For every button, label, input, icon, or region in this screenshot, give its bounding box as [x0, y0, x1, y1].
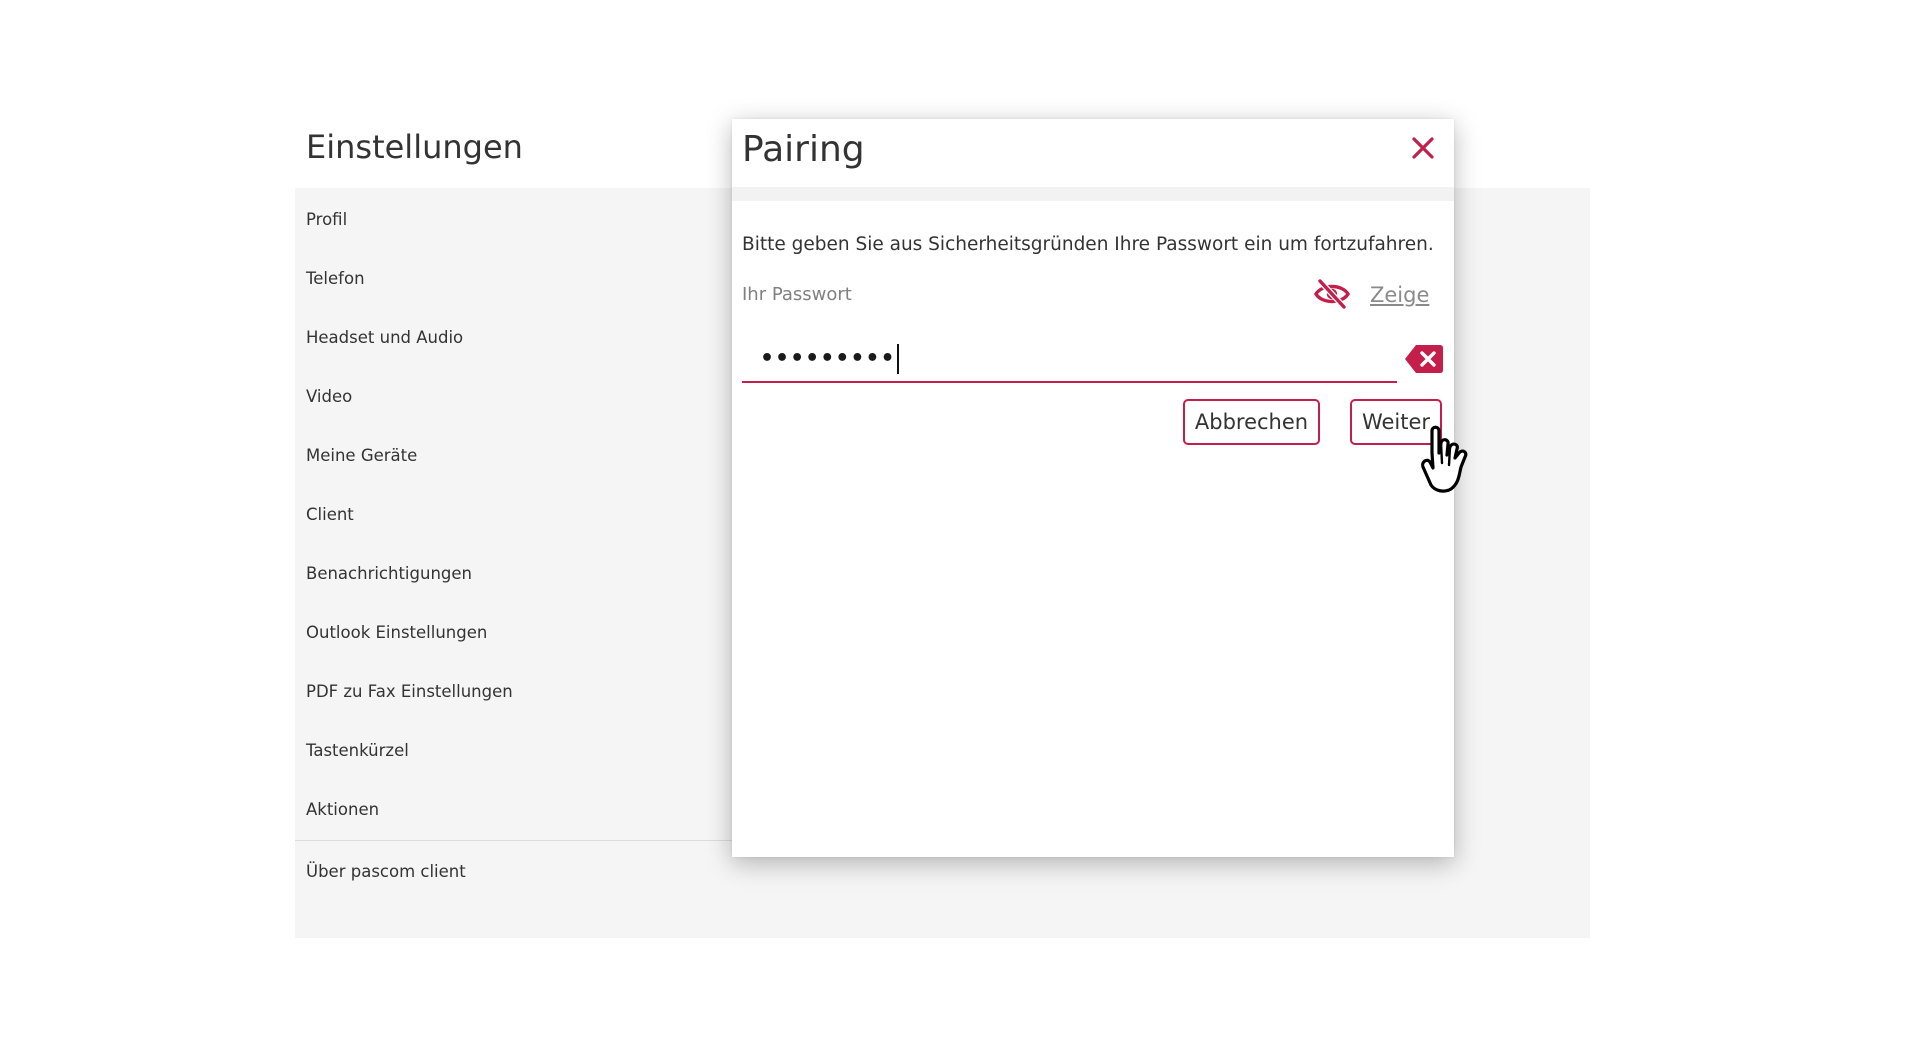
sidebar-item-video[interactable]: Video [295, 367, 735, 426]
dialog-header: Pairing [732, 119, 1454, 187]
sidebar-item-client[interactable]: Client [295, 485, 735, 544]
show-password-link[interactable]: Zeige [1370, 283, 1429, 307]
password-value: ••••••••• [760, 337, 899, 381]
sidebar-item-headset-audio[interactable]: Headset und Audio [295, 308, 735, 367]
settings-title: Einstellungen [306, 128, 523, 166]
dialog-header-separator [732, 187, 1454, 201]
sidebar-item-aktionen[interactable]: Aktionen [295, 780, 735, 839]
password-dots: ••••••••• [760, 346, 896, 371]
sidebar-item-tastenkuerzel[interactable]: Tastenkürzel [295, 721, 735, 780]
pairing-dialog: Pairing Bitte geben Sie aus Sicherheitsg… [732, 119, 1454, 857]
dialog-message: Bitte geben Sie aus Sicherheitsgründen I… [742, 234, 1434, 255]
sidebar-item-meine-geraete[interactable]: Meine Geräte [295, 426, 735, 485]
password-input[interactable]: ••••••••• [742, 337, 1397, 383]
password-label: Ihr Passwort [742, 284, 852, 305]
dialog-title: Pairing [742, 129, 865, 170]
sidebar-item-profil[interactable]: Profil [295, 190, 735, 249]
close-icon[interactable] [1408, 133, 1438, 163]
backspace-clear-icon[interactable] [1404, 343, 1444, 375]
sidebar-item-benachrichtigungen[interactable]: Benachrichtigungen [295, 544, 735, 603]
eye-slash-icon[interactable] [1313, 277, 1351, 311]
text-caret [896, 344, 899, 374]
sidebar-item-telefon[interactable]: Telefon [295, 249, 735, 308]
sidebar-divider [295, 840, 735, 841]
sidebar-item-outlook[interactable]: Outlook Einstellungen [295, 603, 735, 662]
hand-pointer-icon [1418, 423, 1486, 495]
sidebar-item-pdf-fax[interactable]: PDF zu Fax Einstellungen [295, 662, 735, 721]
sidebar-item-about[interactable]: Über pascom client [306, 852, 466, 892]
settings-sidebar: Profil Telefon Headset und Audio Video M… [295, 190, 735, 839]
page: Einstellungen Profil Telefon Headset und… [0, 0, 1920, 1040]
cancel-button[interactable]: Abbrechen [1183, 399, 1320, 445]
